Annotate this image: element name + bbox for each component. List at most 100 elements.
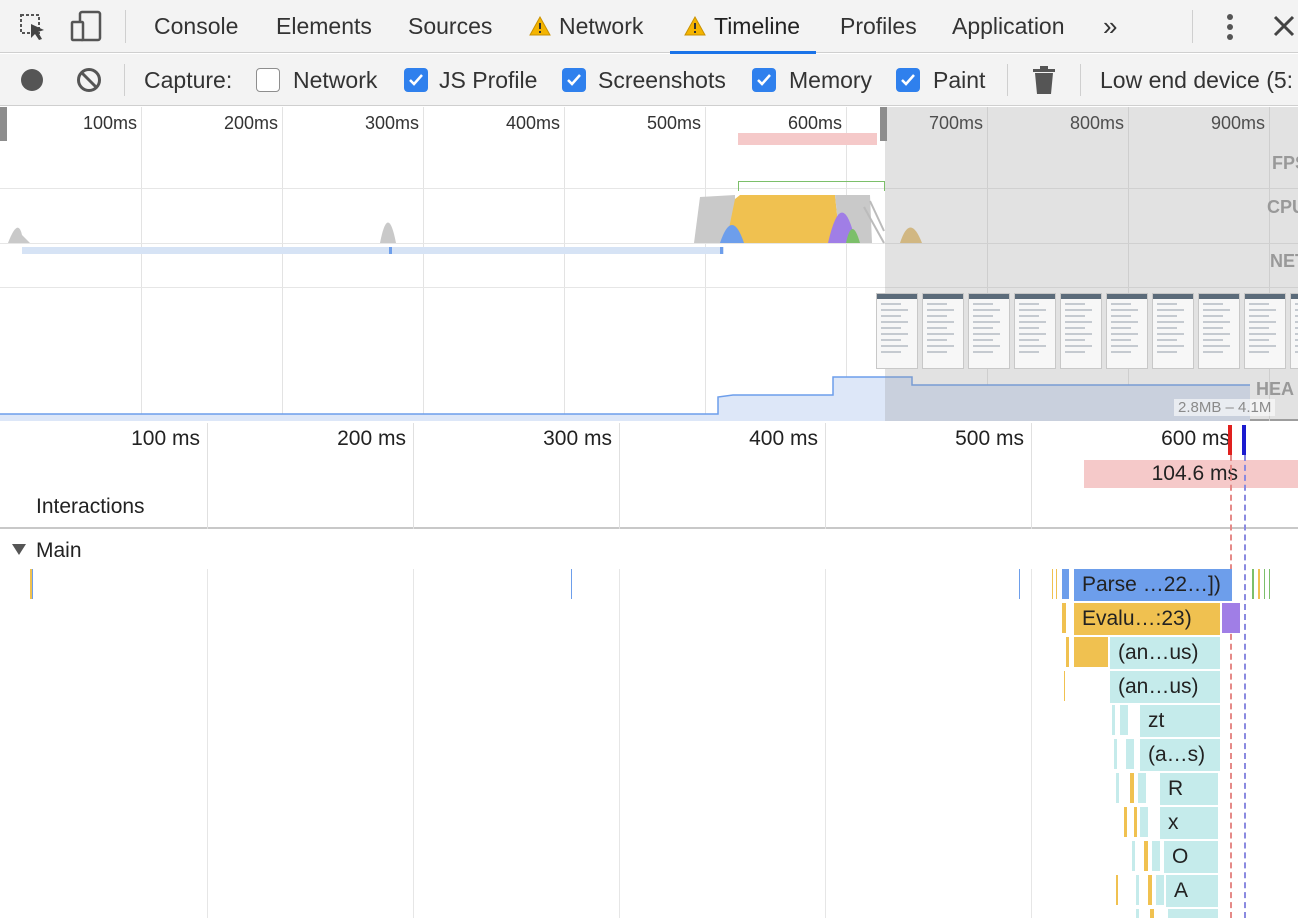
memory-checkbox[interactable] xyxy=(752,68,776,92)
task-sliver[interactable] xyxy=(1136,875,1139,905)
task-sliver[interactable] xyxy=(32,569,33,599)
selection-right-handle[interactable] xyxy=(880,107,887,141)
flame-block-r[interactable]: R xyxy=(1160,773,1218,805)
flame-gridline xyxy=(1031,569,1032,918)
task-sliver[interactable] xyxy=(1126,739,1134,769)
task-sliver[interactable] xyxy=(1144,841,1148,871)
task-sliver[interactable] xyxy=(1056,569,1057,599)
flame-block-zt[interactable]: zt xyxy=(1140,705,1220,737)
tab-elements[interactable]: Elements xyxy=(276,0,372,53)
task-sliver[interactable] xyxy=(1114,739,1117,769)
flame-block-o[interactable]: O xyxy=(1164,841,1218,873)
task-sliver[interactable] xyxy=(1152,841,1160,871)
task-sliver[interactable] xyxy=(1140,807,1148,837)
task-sliver[interactable] xyxy=(1130,773,1134,803)
tab-application[interactable]: Application xyxy=(952,0,1065,53)
flame-block-evaluate-script[interactable]: Evalu…:23) xyxy=(1074,603,1220,635)
task-sliver[interactable] xyxy=(1264,569,1265,599)
screenshot-thumbnail[interactable] xyxy=(876,293,918,369)
devtools-tab-bar: Console Elements Sources Network Timelin… xyxy=(0,0,1298,54)
screenshot-thumbnail[interactable] xyxy=(968,293,1010,369)
throttle-select[interactable]: Low end device (5: xyxy=(1100,54,1293,106)
flame-block-anonymous[interactable]: (an…us) xyxy=(1110,637,1220,669)
task-sliver[interactable] xyxy=(1136,909,1139,918)
tab-console[interactable]: Console xyxy=(154,0,238,53)
task-sliver[interactable] xyxy=(1258,569,1260,599)
task-sliver[interactable] xyxy=(1112,705,1115,735)
clear-icon[interactable] xyxy=(76,67,102,98)
screenshot-thumbnail[interactable] xyxy=(1014,293,1056,369)
flame-block-parse-html[interactable]: Parse …22…]) xyxy=(1074,569,1232,601)
kebab-menu-icon[interactable] xyxy=(1222,12,1238,47)
screenshot-thumbnail[interactable] xyxy=(1244,293,1286,369)
task-sliver[interactable] xyxy=(1150,909,1154,918)
task-sliver[interactable] xyxy=(1134,807,1137,837)
screenshot-thumbnail[interactable] xyxy=(1198,293,1240,369)
task-sliver[interactable] xyxy=(1148,875,1152,905)
task-sliver[interactable] xyxy=(1138,773,1146,803)
screenshot-thumbnail[interactable] xyxy=(1290,293,1298,369)
tab-timeline[interactable]: Timeline xyxy=(670,0,817,54)
task-sliver[interactable] xyxy=(1124,807,1127,837)
memory-checkbox-label[interactable]: Memory xyxy=(789,54,872,106)
task-sliver[interactable] xyxy=(1156,875,1164,905)
screenshots-checkbox[interactable] xyxy=(562,68,586,92)
task-sliver[interactable] xyxy=(1116,875,1118,905)
task-sliver[interactable] xyxy=(1062,569,1069,599)
task-sliver[interactable] xyxy=(1066,637,1069,667)
task-sliver[interactable] xyxy=(1116,773,1119,803)
network-checkbox[interactable] xyxy=(256,68,280,92)
interaction-duration-bar[interactable]: 104.6 ms xyxy=(1084,460,1298,488)
timeline-overview[interactable]: 100ms 200ms 300ms 400ms 500ms 600ms 700m… xyxy=(0,107,1298,421)
heap-range-label: 2.8MB – 4.1M xyxy=(1174,399,1276,416)
dcl-dashed-line xyxy=(1230,455,1232,918)
flame-gridline xyxy=(413,569,414,918)
flame-block-x[interactable]: x xyxy=(1160,807,1218,839)
flame-block-anonymous-short[interactable]: (a…s) xyxy=(1140,739,1220,771)
task-sliver[interactable] xyxy=(571,569,572,599)
heap-track-label: HEA xyxy=(1256,379,1295,399)
task-sliver[interactable] xyxy=(1269,569,1270,599)
selection-left-handle[interactable] xyxy=(0,107,7,141)
task-sliver[interactable] xyxy=(1120,705,1128,735)
network-checkbox-label[interactable]: Network xyxy=(293,54,377,106)
collapse-triangle-icon[interactable] xyxy=(12,544,26,555)
task-sliver[interactable] xyxy=(1074,637,1108,667)
tab-separator xyxy=(1192,10,1193,43)
js-profile-checkbox[interactable] xyxy=(404,68,428,92)
js-profile-checkbox-label[interactable]: JS Profile xyxy=(439,54,537,106)
inspect-element-icon[interactable] xyxy=(18,12,48,47)
task-sliver[interactable] xyxy=(1132,841,1135,871)
ruler-gridline xyxy=(413,423,414,529)
record-icon[interactable] xyxy=(20,68,44,97)
task-sliver[interactable] xyxy=(1019,569,1020,599)
flame-block-a[interactable]: A xyxy=(1166,875,1218,907)
screenshot-thumbnail[interactable] xyxy=(1060,293,1102,369)
device-toolbar-icon[interactable] xyxy=(70,10,104,47)
paint-checkbox-label[interactable]: Paint xyxy=(933,54,985,106)
overview-interaction-bar xyxy=(738,133,877,145)
tab-network[interactable]: Network xyxy=(529,0,643,53)
load-dashed-line xyxy=(1244,455,1246,918)
ruler-gridline xyxy=(1031,423,1032,529)
ruler-tick-label: 500 ms xyxy=(955,427,1024,450)
task-sliver[interactable] xyxy=(1062,603,1066,633)
task-sliver[interactable] xyxy=(1064,671,1065,701)
close-icon[interactable] xyxy=(1272,14,1296,43)
screenshots-checkbox-label[interactable]: Screenshots xyxy=(598,54,726,106)
more-tabs-button[interactable]: » xyxy=(1103,0,1117,53)
tab-sources[interactable]: Sources xyxy=(408,0,492,53)
task-sliver[interactable] xyxy=(1052,569,1053,599)
trash-icon[interactable] xyxy=(1032,65,1056,100)
task-sliver[interactable] xyxy=(1252,569,1254,599)
tab-profiles[interactable]: Profiles xyxy=(840,0,917,53)
main-thread-header[interactable]: Main xyxy=(0,531,1298,567)
screenshot-thumbnail[interactable] xyxy=(1152,293,1194,369)
flame-block-partial[interactable] xyxy=(1168,909,1218,918)
flame-block-anonymous[interactable]: (an…us) xyxy=(1110,671,1220,703)
paint-checkbox[interactable] xyxy=(896,68,920,92)
screenshot-thumbnail[interactable] xyxy=(922,293,964,369)
ruler-tick-label: 300 ms xyxy=(543,427,612,450)
screenshot-thumbnail[interactable] xyxy=(1106,293,1148,369)
task-sliver[interactable] xyxy=(1222,603,1240,633)
